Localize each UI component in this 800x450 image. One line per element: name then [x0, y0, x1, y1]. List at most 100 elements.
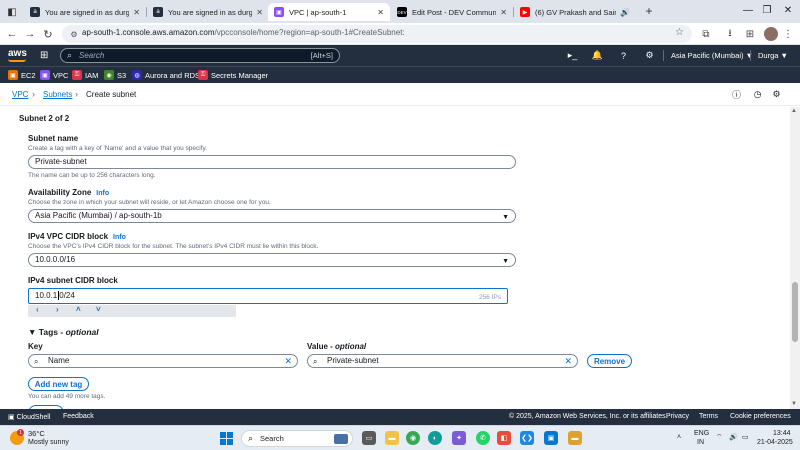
favorite-s3[interactable]: ◉ S3 [104, 69, 126, 81]
aws-logo-smile [8, 59, 26, 62]
clock-date[interactable]: 21-04-2025 [757, 439, 793, 446]
recent-history-icon[interactable]: ◷ [752, 89, 763, 100]
browser-tab-1[interactable]: a You are signed in as durgav22 ✕ [24, 3, 146, 21]
page-settings-icon[interactable]: ⚙ [771, 89, 782, 100]
browser-tab-5[interactable]: ▶ (6) GV Prakash and Saindha 🔊 [514, 3, 636, 21]
cidr-stepper: ‹ › ˄ ˅ [28, 305, 236, 317]
scroll-up-icon[interactable]: ▲ [791, 108, 797, 114]
weather-condition: Mostly sunny [28, 439, 69, 446]
terms-link[interactable]: Terms [699, 413, 718, 420]
chrome-icon[interactable]: ◉ [406, 431, 420, 445]
chevron-left-icon[interactable]: ‹ [36, 305, 39, 314]
info-panel-icon[interactable]: ⓘ [731, 89, 742, 100]
subnet-name-label: Subnet name [28, 134, 79, 143]
browser-tab-4[interactable]: DEV Edit Post - DEV Community ✕ [391, 3, 513, 21]
vscode-icon[interactable]: ❮❯ [520, 431, 534, 445]
add-new-tag-button[interactable]: Add new tag [28, 377, 89, 391]
office-icon[interactable]: ◧ [497, 431, 511, 445]
favorite-vpc[interactable]: ▣ VPC [40, 69, 68, 81]
aws-logo[interactable]: aws [8, 48, 27, 59]
language-primary[interactable]: ENG [694, 430, 709, 437]
scrollbar-thumb[interactable] [792, 282, 798, 342]
clear-icon[interactable]: ✕ [564, 355, 572, 367]
tag-value-input[interactable]: ⌕ Private-subnet ✕ [307, 354, 578, 368]
close-tab-icon[interactable]: ✕ [133, 8, 140, 17]
remove-tag-button[interactable]: Remove [587, 354, 632, 368]
vpc-cidr-label: IPv4 VPC CIDR block Info [28, 232, 126, 241]
browser-tab-3-active[interactable]: ▣ VPC | ap-south-1 ✕ [268, 3, 390, 21]
chevron-up-icon[interactable]: ˄ [76, 305, 81, 314]
account-menu[interactable]: Durga ▼ [758, 51, 788, 60]
favorite-secrets-manager[interactable]: ⚿ Secrets Manager [198, 69, 268, 81]
availability-zone-info-link[interactable]: Info [96, 190, 109, 197]
minimize-icon[interactable]: — [738, 2, 758, 18]
feedback-link[interactable]: Feedback [63, 413, 94, 420]
restore-icon[interactable]: ❐ [757, 2, 777, 18]
tab-search-icon[interactable]: ⊞ [742, 26, 758, 42]
close-window-icon[interactable]: ✕ [778, 2, 798, 18]
bookmark-star-icon[interactable]: ☆ [675, 27, 684, 38]
notifications-bell-icon[interactable]: 🔔 [591, 49, 604, 62]
extensions-icon[interactable]: ⧉ [698, 26, 714, 42]
subnet-name-input[interactable]: Private-subnet [28, 155, 516, 169]
cloudshell-link[interactable]: ▣ CloudShell [8, 413, 50, 421]
new-tab-button[interactable]: + [641, 3, 657, 19]
wifi-icon[interactable]: ⌔ [716, 433, 723, 442]
whatsapp-icon[interactable]: ✆ [476, 431, 490, 445]
battery-icon[interactable]: ▭ [742, 433, 749, 441]
services-menu-icon[interactable]: ⊞ [40, 50, 51, 61]
app-icon[interactable]: ▣ [544, 431, 558, 445]
copilot-icon[interactable]: ✦ [452, 431, 466, 445]
chevron-down-icon[interactable]: ˅ [96, 305, 101, 314]
back-icon[interactable]: ← [4, 26, 20, 42]
help-icon[interactable]: ? [617, 49, 630, 62]
favorite-rds[interactable]: ◍ Aurora and RDS [132, 69, 200, 81]
audio-icon[interactable]: 🔊 [620, 8, 630, 17]
chevron-right-icon[interactable]: › [56, 305, 59, 314]
browser-tab-2[interactable]: a You are signed in as durgav22 ✕ [147, 3, 269, 21]
scroll-down-icon[interactable]: ▼ [791, 401, 797, 407]
subnet-cidr-input[interactable]: 10.0.1 0/24 256 IPs [28, 288, 508, 304]
aws-search-input[interactable]: ⌕ Search [Alt+S] [60, 48, 340, 63]
file-explorer-icon[interactable]: ▬ [385, 431, 399, 445]
close-tab-icon[interactable]: ✕ [377, 8, 384, 17]
show-hidden-icons[interactable]: ˄ [677, 434, 681, 441]
cloudshell-icon[interactable]: ▸_ [566, 49, 579, 62]
chevron-right-icon: › [75, 89, 78, 99]
close-tab-icon[interactable]: ✕ [500, 8, 507, 17]
folder-icon[interactable]: ▬ [568, 431, 582, 445]
favorite-iam[interactable]: ⚿ IAM [72, 69, 98, 81]
browser-menu-icon[interactable]: ⋮ [780, 26, 796, 42]
breadcrumb-vpc[interactable]: VPC [12, 90, 28, 99]
cookie-preferences-link[interactable]: Cookie preferences [730, 413, 791, 420]
windows-start-button[interactable] [220, 432, 233, 445]
reload-icon[interactable]: ↻ [40, 26, 56, 42]
aws-favicon-icon: a [30, 7, 40, 17]
forward-icon[interactable]: → [22, 26, 38, 42]
breadcrumb-subnets[interactable]: Subnets [43, 90, 72, 99]
tags-section-toggle[interactable]: ▼ Tags - optional [28, 327, 99, 337]
download-icon[interactable]: ⭳ [722, 26, 738, 42]
profile-avatar[interactable] [764, 27, 778, 41]
vpc-cidr-select[interactable]: 10.0.0.0/16 ▼ [28, 253, 516, 267]
favorite-ec2[interactable]: ▣ EC2 [8, 69, 36, 81]
page-scrollbar[interactable]: ▲ ▼ [790, 107, 800, 409]
tag-key-input[interactable]: ⌕ Name ✕ [28, 354, 298, 368]
iam-icon: ⚿ [72, 70, 82, 80]
edge-icon[interactable]: ◐ [428, 431, 442, 445]
taskbar-search[interactable]: ⌕ Search [241, 430, 353, 447]
region-selector[interactable]: Asia Pacific (Mumbai) ▼ [671, 51, 753, 60]
settings-gear-icon[interactable]: ⚙ [643, 49, 656, 62]
clock-time[interactable]: 13:44 [773, 430, 791, 437]
close-tab-icon[interactable]: ✕ [256, 8, 263, 17]
task-view-icon[interactable]: ▭ [362, 431, 376, 445]
availability-zone-select[interactable]: Asia Pacific (Mumbai) / ap-south-1b ▼ [28, 209, 516, 223]
tab-actions-icon[interactable]: ◧ [4, 4, 20, 20]
vpc-cidr-info-link[interactable]: Info [113, 234, 126, 241]
url-bar[interactable]: ⚙ ap-south-1.console.aws.amazon.com/vpcc… [62, 25, 692, 43]
volume-icon[interactable]: 🔊 [729, 433, 738, 441]
privacy-link[interactable]: Privacy [666, 413, 689, 420]
clear-icon[interactable]: ✕ [284, 355, 292, 367]
site-info-icon[interactable]: ⚙ [68, 28, 80, 40]
aws-favicon-icon: a [153, 7, 163, 17]
